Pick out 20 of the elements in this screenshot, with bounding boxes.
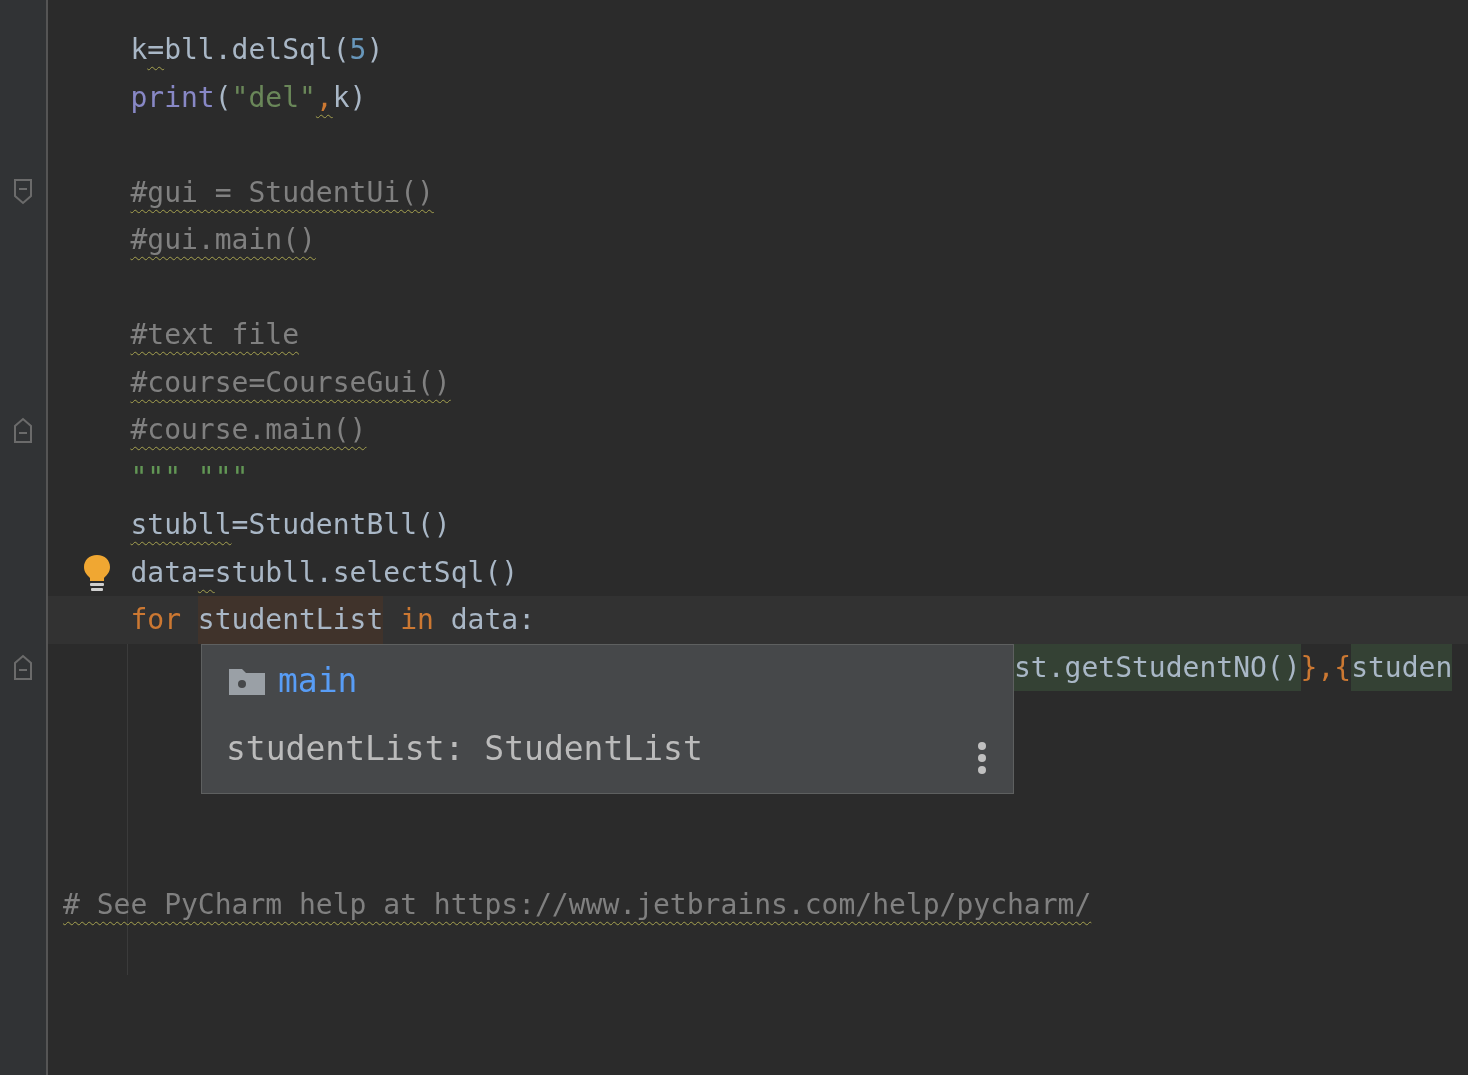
code-line: """ """ [130, 459, 249, 496]
fold-marker-icon[interactable] [13, 178, 33, 207]
module-link[interactable]: main [278, 661, 358, 700]
fold-marker-icon[interactable] [13, 653, 33, 682]
code-line: data=stubll.selectSql() [130, 554, 519, 591]
code-line: #gui = StudentUi() [130, 174, 434, 211]
code-line: #course.main() [130, 412, 367, 448]
code-line: print("del",k) [130, 79, 367, 116]
code-line: stubll=StudentBll() [130, 507, 451, 543]
code-line: for studentList in data: [130, 596, 536, 644]
code-line: #gui.main() [130, 222, 316, 258]
fold-marker-icon[interactable] [13, 415, 33, 444]
code-line: # See PyCharm help at https://www.jetbrains.com/help/pycharm/ [63, 887, 1092, 923]
code-line: #course=CourseGui() [130, 364, 451, 401]
more-options-icon[interactable] [977, 741, 987, 775]
signature-text: studentList: StudentList [226, 729, 703, 768]
code-line: #text file [130, 317, 299, 353]
code-line: k=bll.delSql(5) [130, 32, 384, 68]
code-line: st.getStudentNO()},{studen [1014, 643, 1453, 691]
lightbulb-icon[interactable] [82, 552, 112, 593]
